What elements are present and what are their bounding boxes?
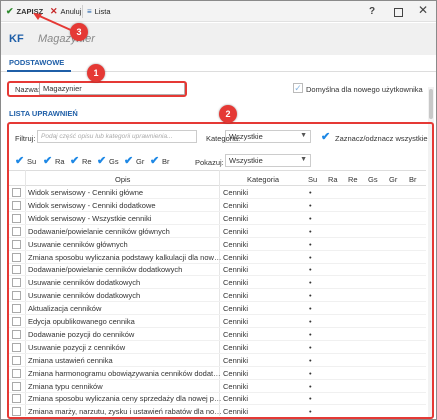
default-user-checkbox[interactable]: ✓ [293,83,303,93]
app-logo: KF [9,33,24,45]
scrollbar-thumb[interactable] [429,89,433,119]
toolbar-divider [82,5,83,18]
annotation-badge-1: 1 [87,64,105,82]
permission-profile-window: ✔ ZAPISZ ✕ Anuluj ≡ Lista ? ✕ KF Magazynier… [0,0,437,420]
window-close-icon[interactable]: ✕ [418,4,428,17]
help-icon[interactable]: ? [369,5,375,18]
tab-bar: PODSTAWOWE [1,55,436,72]
list-icon: ≡ [87,7,92,16]
tab-podstawowe[interactable]: PODSTAWOWE [9,58,64,67]
active-tab-indicator [7,70,71,72]
annotation-arrow-line [34,13,74,32]
permissions-section-title: LISTA UPRAWNIEŃ [9,109,78,118]
annotation-arrow [33,13,74,32]
annotation-box-1 [7,81,187,97]
list-label: Lista [94,7,111,16]
maximize-icon[interactable] [394,8,403,17]
annotation-box-2 [7,122,434,419]
annotation-badge-2: 2 [219,105,237,123]
list-button[interactable]: ≡ Lista [87,5,111,18]
default-user-label: Domyślna dla nowego użytkownika [306,85,423,94]
checkmark-icon: ✔ [6,6,14,16]
